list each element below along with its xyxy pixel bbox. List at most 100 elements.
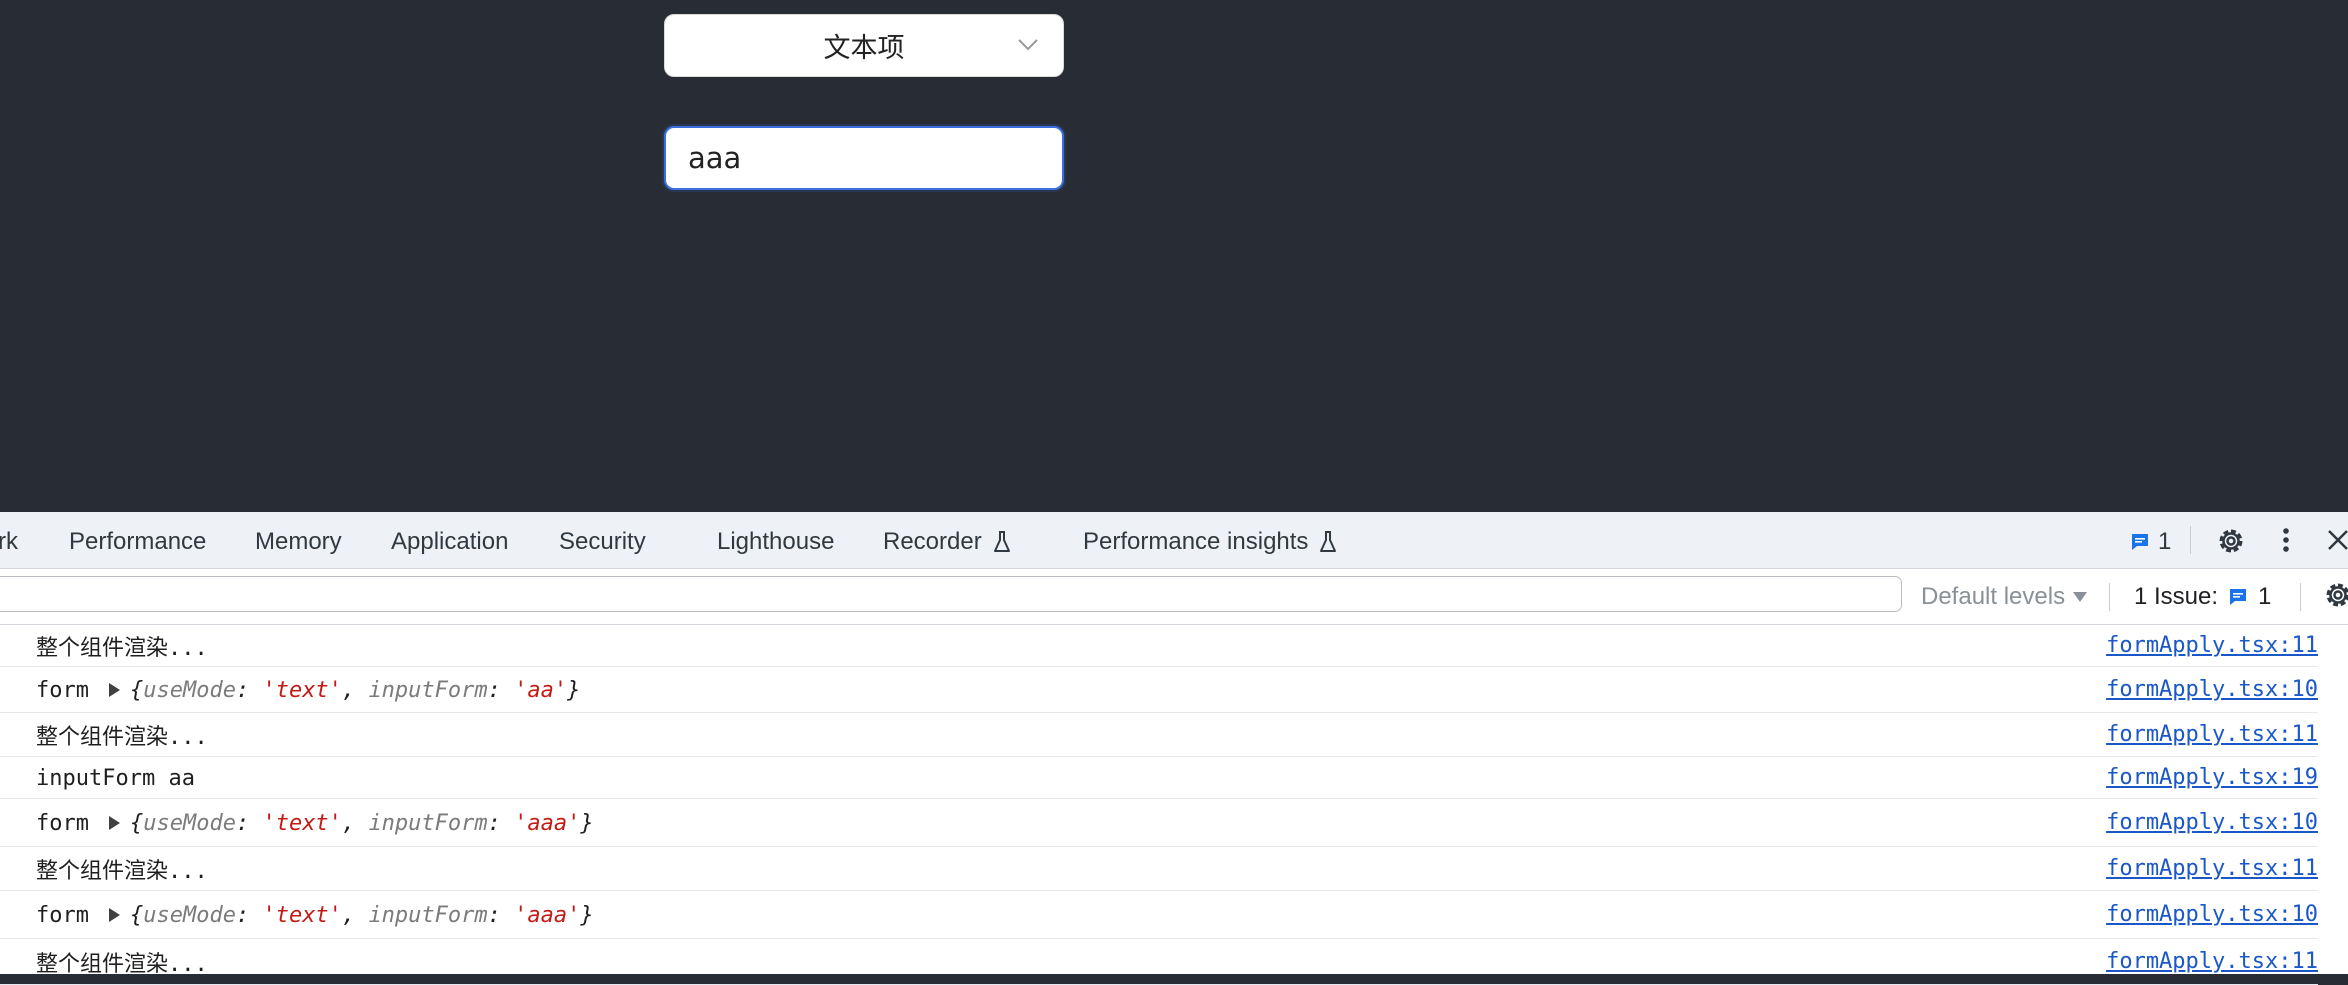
console-message: inputForm aa (36, 757, 195, 799)
object-key: inputForm (368, 810, 488, 836)
console-row: inputForm aa formApply.tsx:19 (0, 757, 2318, 799)
console-text: 整个组件渲染... (36, 952, 208, 977)
message-icon (2132, 534, 2148, 550)
issues-count: 1 (2258, 583, 2272, 610)
punctuation: } (580, 902, 594, 928)
tab-label: Recorder (883, 528, 982, 555)
punctuation: , (341, 810, 369, 836)
console-text: 整个组件渲染... (36, 859, 208, 884)
object-value: 'aa' (514, 677, 568, 703)
tab-performance-insights[interactable]: Performance insights (1083, 528, 1338, 556)
source-link[interactable]: formApply.tsx:11 (2106, 633, 2318, 658)
chevron-down-icon (1018, 39, 1038, 51)
console-message: 整个组件渲染... (36, 625, 208, 667)
tab-label: Memory (255, 528, 342, 555)
type-select[interactable]: 文本项 (664, 14, 1064, 77)
log-levels-dropdown[interactable]: Default levels (1921, 583, 2088, 611)
object-value: 'text' (262, 810, 342, 836)
console-label: form (36, 810, 89, 836)
divider (2190, 526, 2191, 554)
levels-label: Default levels (1921, 583, 2066, 610)
select-value: 文本项 (823, 33, 905, 64)
page-viewport: 文本项 (0, 0, 2348, 512)
console-row: form {useMode: 'text', inputForm: 'aaa'} f… (0, 799, 2318, 847)
tab-label: Application (391, 528, 509, 555)
expand-triangle-icon[interactable] (108, 908, 120, 922)
object-value: 'text' (262, 677, 342, 703)
messages-count: 1 (2158, 528, 2172, 555)
close-devtools-button[interactable] (2326, 528, 2348, 552)
console-message: form {useMode: 'text', inputForm: 'aaa'} (36, 799, 594, 847)
source-link[interactable]: formApply.tsx:10 (2106, 810, 2318, 835)
expand-triangle-icon[interactable] (108, 816, 120, 830)
flask-icon (1320, 531, 1337, 552)
punctuation: : (235, 902, 263, 928)
tab-label: rk (0, 528, 18, 555)
punctuation: : (235, 810, 263, 836)
punctuation: , (341, 902, 369, 928)
tab-network[interactable]: rk (0, 528, 18, 556)
divider (2300, 583, 2301, 611)
tab-security[interactable]: Security (559, 528, 646, 556)
punctuation: } (567, 677, 581, 703)
console-message: 整个组件渲染... (36, 847, 208, 891)
console-message: form {useMode: 'text', inputForm: 'aaa'} (36, 891, 594, 939)
more-options-button[interactable] (2280, 525, 2292, 555)
source-link[interactable]: formApply.tsx:11 (2106, 856, 2318, 881)
tab-application[interactable]: Application (391, 528, 508, 556)
object-key: useMode (143, 902, 236, 928)
console-row: 整个组件渲染... formApply.tsx:11 (0, 625, 2318, 667)
source-link[interactable]: formApply.tsx:11 (2106, 722, 2318, 747)
console-object-preview[interactable]: {useMode: 'text', inputForm: 'aaa'} (130, 903, 594, 928)
console-messages: 整个组件渲染... formApply.tsx:11 form {useMode: '… (0, 625, 2348, 985)
gear-icon (2219, 529, 2243, 553)
messages-badge[interactable]: 1 (2130, 528, 2171, 556)
console-message: 整个组件渲染... (36, 939, 208, 985)
punctuation: { (129, 810, 144, 836)
text-item-input[interactable] (664, 126, 1064, 190)
tab-label: Performance insights (1083, 528, 1309, 555)
console-filter-bar: Default levels 1 Issue: 1 (0, 569, 2348, 625)
console-row: 整个组件渲染... formApply.tsx:11 (0, 713, 2318, 757)
console-object-preview[interactable]: {useMode: 'text', inputForm: 'aaa'} (130, 811, 594, 836)
object-key: useMode (143, 677, 236, 703)
console-row: 整个组件渲染... formApply.tsx:11 (0, 847, 2318, 891)
source-link[interactable]: formApply.tsx:10 (2106, 677, 2318, 702)
console-label: form (36, 902, 89, 928)
issues-button[interactable]: 1 Issue: 1 (2134, 583, 2271, 611)
console-filter-input[interactable] (0, 576, 1902, 612)
tab-performance[interactable]: Performance (69, 528, 206, 556)
expand-triangle-icon[interactable] (108, 683, 120, 697)
tab-memory[interactable]: Memory (255, 528, 342, 556)
object-key: useMode (143, 810, 236, 836)
devtools-tab-bar: rk Performance Memory Application Securi… (0, 512, 2348, 569)
console-row: 整个组件渲染... formApply.tsx:11 (0, 939, 2318, 985)
tab-lighthouse[interactable]: Lighthouse (717, 528, 834, 556)
console-label: form (36, 677, 89, 703)
punctuation: { (129, 677, 144, 703)
flask-icon (993, 531, 1010, 552)
console-message: form {useMode: 'text', inputForm: 'aa'} (36, 667, 580, 713)
tab-label: Performance (69, 528, 207, 555)
tab-recorder[interactable]: Recorder (883, 528, 1012, 556)
console-text: 整个组件渲染... (36, 636, 208, 661)
more-vertical-icon (2283, 528, 2289, 552)
close-icon (2328, 530, 2348, 550)
console-settings-button[interactable] (2322, 579, 2348, 611)
punctuation: : (487, 677, 515, 703)
source-link[interactable]: formApply.tsx:10 (2106, 902, 2318, 927)
punctuation: , (341, 677, 369, 703)
divider (2109, 583, 2110, 611)
source-link[interactable]: formApply.tsx:11 (2106, 949, 2318, 974)
message-icon (2230, 589, 2247, 605)
gear-icon (2326, 583, 2348, 607)
console-row: form {useMode: 'text', inputForm: 'aa'} fo… (0, 667, 2318, 713)
punctuation: : (487, 902, 515, 928)
console-row: form {useMode: 'text', inputForm: 'aaa'} f… (0, 891, 2318, 939)
source-link[interactable]: formApply.tsx:19 (2106, 765, 2318, 790)
object-value: 'text' (262, 902, 342, 928)
console-object-preview[interactable]: {useMode: 'text', inputForm: 'aa'} (130, 678, 580, 703)
settings-button[interactable] (2215, 525, 2247, 557)
punctuation: { (129, 902, 144, 928)
object-key: inputForm (368, 677, 488, 703)
